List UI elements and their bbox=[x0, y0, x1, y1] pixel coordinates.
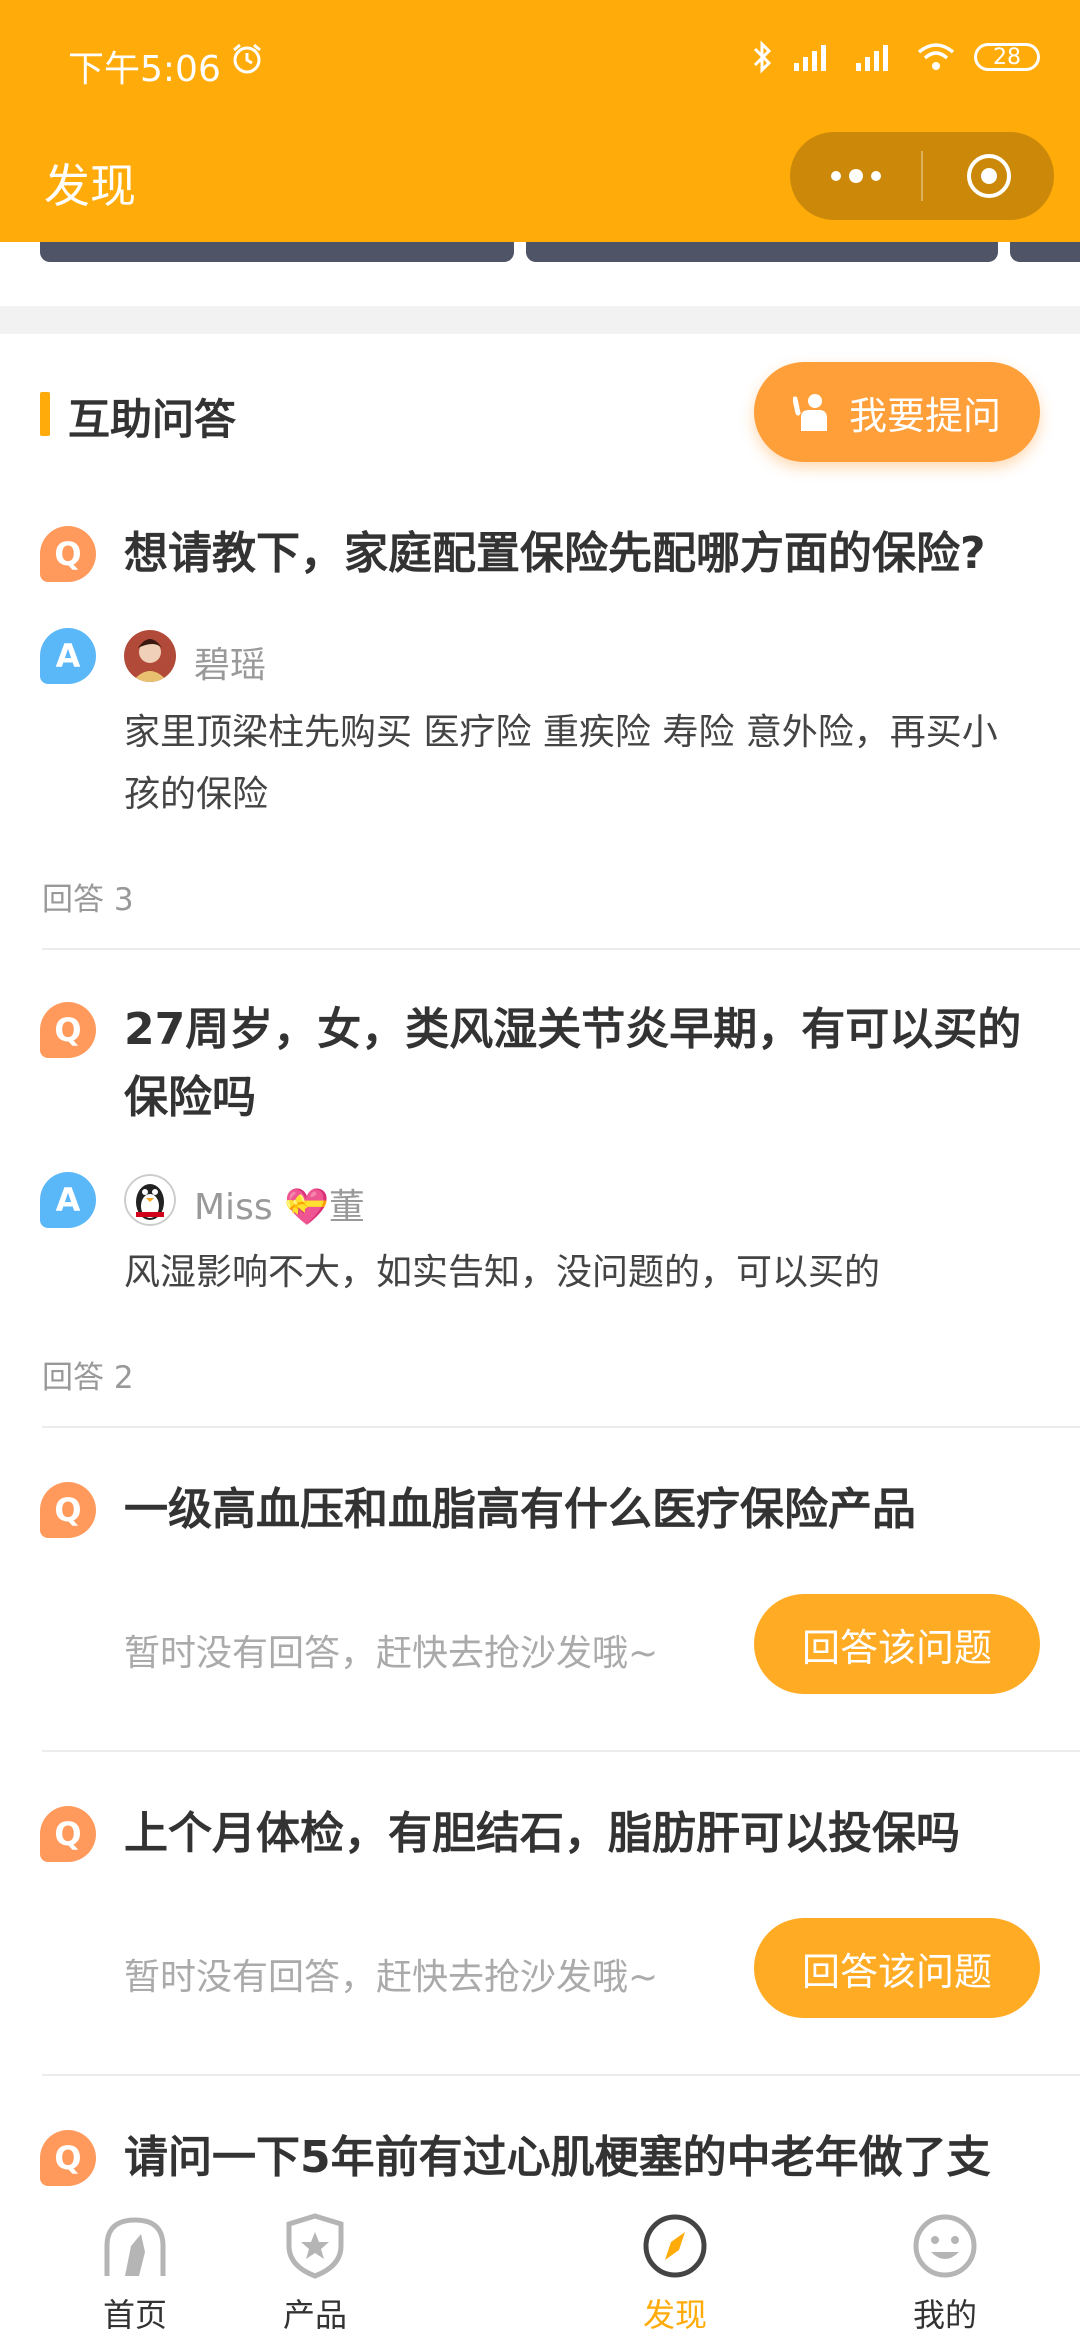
wifi-icon bbox=[917, 43, 955, 70]
bottom-tab-bar: 首页 产品 发现 我的 bbox=[0, 2190, 1080, 2340]
answer-badge: A bbox=[40, 628, 96, 684]
question-badge: Q bbox=[40, 526, 96, 582]
tab-products-label: 产品 bbox=[282, 2296, 347, 2334]
qa-item[interactable]: Q 27周岁，女，类风湿关节炎早期，有可以买的保险吗 A Miss 💝董 风湿影… bbox=[0, 950, 1080, 1430]
ask-question-button[interactable]: 我要提问 bbox=[754, 362, 1040, 462]
page-title: 发现 bbox=[44, 159, 136, 213]
user-avatar[interactable] bbox=[124, 630, 176, 682]
bluetooth-icon bbox=[753, 40, 772, 74]
tab-products[interactable]: 产品 bbox=[180, 2190, 450, 2340]
more-button[interactable] bbox=[790, 132, 921, 220]
close-miniprogram-button[interactable] bbox=[923, 132, 1054, 220]
question-badge: Q bbox=[40, 1806, 96, 1862]
question-badge: Q bbox=[40, 2130, 96, 2186]
question-text[interactable]: 27周岁，女，类风湿关节炎早期，有可以买的保险吗 bbox=[124, 996, 1044, 1132]
home-icon bbox=[104, 2217, 166, 2276]
no-answer-hint: 暂时没有回答，赶快去抢沙发哦~ bbox=[124, 1957, 659, 1998]
answer-text: 风湿影响不大，如实告知，没问题的，可以买的 bbox=[124, 1252, 881, 1293]
qa-item[interactable]: Q 想请教下，家庭配置保险先配哪方面的保险? A 碧瑶 家里顶梁柱先购买 医疗险… bbox=[0, 484, 1080, 950]
qa-item[interactable]: Q 上个月体检，有胆结石，脂肪肝可以投保吗 暂时没有回答，赶快去抢沙发哦~ 回答… bbox=[0, 1752, 1080, 2076]
banner-strip bbox=[0, 242, 1080, 262]
signal-icon bbox=[794, 45, 826, 71]
penguin-avatar-icon bbox=[124, 1174, 176, 1226]
answerer-name: Miss 💝董 bbox=[194, 1187, 365, 1228]
qa-item[interactable]: Q 请问一下5年前有过心肌梗塞的中老年做了支 bbox=[0, 2076, 1080, 2190]
question-text[interactable]: 上个月体检，有胆结石，脂肪肝可以投保吗 bbox=[124, 1800, 1044, 1868]
section-gap bbox=[0, 306, 1080, 334]
answer-count: 回答 3 bbox=[42, 882, 134, 918]
banner-card[interactable] bbox=[1010, 242, 1080, 262]
question-text[interactable]: 想请教下，家庭配置保险先配哪方面的保险? bbox=[124, 520, 1044, 588]
tab-mine-label: 我的 bbox=[912, 2296, 977, 2334]
status-bar: 下午5:06 28 bbox=[0, 0, 1080, 120]
answer-question-button[interactable]: 回答该问题 bbox=[754, 1594, 1040, 1694]
answer-text: 家里顶梁柱先购买 医疗险 重疾险 寿险 意外险，再买小孩的保险 bbox=[124, 712, 998, 815]
ask-question-label: 我要提问 bbox=[848, 393, 1001, 438]
answer-count: 回答 2 bbox=[42, 1360, 134, 1396]
battery-icon: 28 bbox=[974, 43, 1040, 71]
compass-icon bbox=[643, 2214, 707, 2278]
answer-badge: A bbox=[40, 1172, 96, 1228]
banner-card[interactable] bbox=[526, 242, 998, 262]
user-avatar[interactable] bbox=[124, 1174, 176, 1226]
avatar-image-icon bbox=[124, 630, 176, 682]
smiley-icon bbox=[913, 2214, 977, 2278]
banner-card[interactable] bbox=[40, 242, 514, 262]
question-badge: Q bbox=[40, 1002, 96, 1058]
tab-discover[interactable]: 发现 bbox=[540, 2190, 810, 2340]
qa-item[interactable]: Q 一级高血压和血脂高有什么医疗保险产品 暂时没有回答，赶快去抢沙发哦~ 回答该… bbox=[0, 1428, 1080, 1752]
no-answer-hint: 暂时没有回答，赶快去抢沙发哦~ bbox=[124, 1633, 659, 1674]
signal-icon-2 bbox=[856, 45, 888, 71]
qa-section-header: 互助问答 我要提问 bbox=[0, 334, 1080, 484]
miniprogram-capsule bbox=[790, 132, 1054, 220]
section-accent-bar bbox=[40, 392, 50, 436]
question-text[interactable]: 请问一下5年前有过心肌梗塞的中老年做了支 bbox=[124, 2124, 1044, 2190]
raise-hand-icon bbox=[792, 394, 827, 431]
nav-bar: 发现 bbox=[0, 120, 1080, 242]
more-dots-icon bbox=[830, 169, 881, 183]
answerer-name: 碧瑶 bbox=[194, 645, 267, 686]
tab-mine[interactable]: 我的 bbox=[810, 2190, 1080, 2340]
shield-star-icon bbox=[286, 2213, 344, 2279]
target-close-icon bbox=[966, 154, 1011, 198]
question-text[interactable]: 一级高血压和血脂高有什么医疗保险产品 bbox=[124, 1476, 1044, 1544]
alarm-icon bbox=[233, 43, 261, 74]
answer-question-button[interactable]: 回答该问题 bbox=[754, 1918, 1040, 2018]
status-time: 下午5:06 bbox=[68, 49, 221, 90]
tab-discover-label: 发现 bbox=[642, 2296, 707, 2334]
section-title: 互助问答 bbox=[68, 395, 237, 444]
question-badge: Q bbox=[40, 1482, 96, 1538]
status-icons: 28 bbox=[752, 40, 1040, 74]
battery-level: 28 bbox=[993, 44, 1021, 70]
